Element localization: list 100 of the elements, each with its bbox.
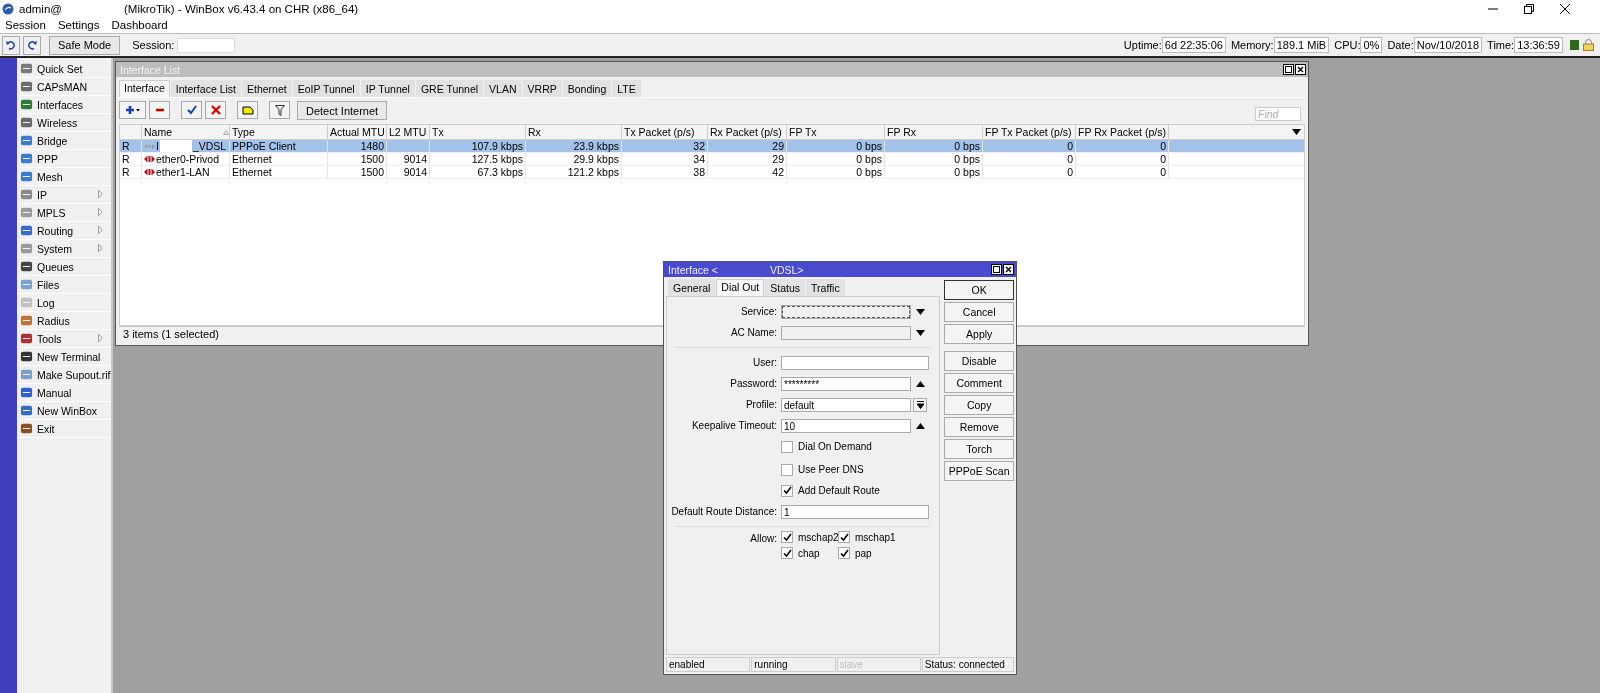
tab[interactable]: EoIP Tunnel	[292, 80, 360, 97]
comment-button[interactable]	[237, 101, 258, 119]
table-row[interactable]: R I _VDSL PPPoE Client 1480 107.9 kbps 23.9 kbps 32 29 0 bps 0 bps 0 0	[120, 140, 1304, 153]
column-header[interactable]: Rx	[526, 125, 622, 139]
tab[interactable]: VLAN	[484, 80, 522, 97]
add-button[interactable]	[119, 101, 146, 119]
tab[interactable]: Ethernet	[242, 80, 292, 97]
checkbox[interactable]	[781, 547, 793, 559]
column-header[interactable]: Actual MTU	[328, 125, 387, 139]
sidebar-item[interactable]: Files	[17, 276, 111, 294]
input-field[interactable]	[781, 304, 911, 319]
input-field[interactable]	[781, 325, 911, 340]
maximize-icon[interactable]	[991, 264, 1002, 275]
column-header[interactable]: Tx Packet (p/s)	[622, 125, 708, 139]
column-header[interactable]: Tx	[430, 125, 526, 139]
table-cell: 0	[983, 153, 1076, 165]
column-header[interactable]: Name	[142, 125, 230, 139]
table-row[interactable]: R ether1-LAN Ethernet 1500 9014 67.3 kbps 121.2 kbps 38 42 0 bps 0 bps 0 0	[120, 166, 1304, 179]
close-icon[interactable]	[1003, 264, 1014, 275]
checkbox[interactable]	[781, 440, 793, 453]
detect-internet-button[interactable]: Detect Internet	[297, 101, 388, 120]
sidebar-item[interactable]: Mesh	[17, 168, 111, 186]
sidebar-item[interactable]: Wireless	[17, 114, 111, 132]
remove-button[interactable]	[149, 101, 170, 119]
tab[interactable]: Dial Out	[716, 279, 765, 296]
dialog-button[interactable]: Torch	[944, 439, 1014, 459]
sidebar-item[interactable]: Make Supout.rif	[17, 366, 111, 384]
tab[interactable]: VRRP	[522, 80, 562, 97]
checkbox[interactable]	[781, 531, 793, 543]
sidebar-item[interactable]: Routing	[17, 222, 111, 240]
dialog-button[interactable]: Disable	[944, 351, 1014, 371]
column-header[interactable]: FP Tx	[787, 125, 885, 139]
sidebar-item[interactable]: Exit	[17, 420, 111, 438]
sidebar-item[interactable]: MPLS	[17, 204, 111, 222]
column-header[interactable]: Type	[230, 125, 328, 139]
column-header[interactable]: L2 MTU	[387, 125, 430, 139]
enable-button[interactable]	[181, 101, 202, 119]
sidebar-item[interactable]: New Terminal	[17, 348, 111, 366]
dialog-button[interactable]: Comment	[944, 373, 1014, 393]
column-header[interactable]: FP Tx Packet (p/s)	[983, 125, 1076, 139]
sidebar-item[interactable]: Quick Set	[17, 60, 111, 78]
dialog-button[interactable]: Remove	[944, 417, 1014, 437]
dialog-button[interactable]: Apply	[944, 324, 1014, 344]
dialog-button[interactable]: Cancel	[944, 302, 1014, 322]
input-field[interactable]: 1	[781, 504, 929, 519]
sidebar-item[interactable]: New WinBox	[17, 402, 111, 420]
checkbox[interactable]	[781, 463, 793, 476]
checkbox[interactable]	[781, 484, 793, 497]
sidebar-item[interactable]: Queues	[17, 258, 111, 276]
tab[interactable]: IP Tunnel	[360, 80, 415, 97]
tab[interactable]: Traffic	[806, 279, 845, 296]
find-field[interactable]: Find	[1255, 107, 1301, 121]
tab[interactable]: General	[668, 279, 716, 296]
dropdown-icon[interactable]	[916, 329, 925, 336]
sidebar-item[interactable]: Radius	[17, 312, 111, 330]
column-header[interactable]: FP Rx	[885, 125, 983, 139]
restore-icon[interactable]	[1524, 3, 1534, 14]
tab[interactable]: Bonding	[562, 80, 612, 97]
tab[interactable]: Interface	[119, 80, 170, 97]
table-row[interactable]: R ether0-Privod Ethernet 1500 9014 127.5 kbps 29.9 kbps 34 29 0 bps 0 bps 0 0	[120, 153, 1304, 166]
menu-item[interactable]: Dashboard	[111, 19, 168, 31]
safe-mode-button[interactable]: Safe Mode	[49, 35, 121, 55]
tab[interactable]: Status	[765, 279, 806, 296]
tab[interactable]: GRE Tunnel	[415, 80, 484, 97]
column-header[interactable]: FP Rx Packet (p/s)	[1076, 125, 1169, 139]
undo-button[interactable]	[2, 35, 20, 55]
checkbox[interactable]	[838, 531, 850, 543]
column-header[interactable]: Rx Packet (p/s)	[708, 125, 787, 139]
sidebar-item[interactable]: Manual	[17, 384, 111, 402]
sidebar-item[interactable]: Log	[17, 294, 111, 312]
sidebar-item[interactable]: Bridge	[17, 132, 111, 150]
session-field[interactable]	[177, 37, 236, 53]
sidebar-item[interactable]: Tools	[17, 330, 111, 348]
menu-item[interactable]: Settings	[57, 19, 100, 31]
collapse-arrow-icon[interactable]	[916, 422, 925, 429]
sidebar-item[interactable]: Interfaces	[17, 96, 111, 114]
tab[interactable]: LTE	[612, 80, 641, 97]
input-field[interactable]	[781, 355, 929, 370]
input-field[interactable]: default	[781, 397, 911, 412]
tab[interactable]: Interface List	[170, 80, 241, 97]
dropdown-button[interactable]	[913, 397, 927, 412]
sidebar-item[interactable]: CAPsMAN	[17, 78, 111, 96]
checkbox-label: mschap1	[855, 531, 896, 543]
checkbox[interactable]	[838, 547, 850, 559]
sidebar-item[interactable]: PPP	[17, 150, 111, 168]
sidebar-item[interactable]: IP	[17, 186, 111, 204]
sidebar-item[interactable]: System	[17, 240, 111, 258]
collapse-arrow-icon[interactable]	[916, 380, 925, 387]
dropdown-icon[interactable]	[916, 308, 925, 315]
input-field[interactable]: 10	[781, 418, 911, 433]
filter-button[interactable]	[269, 101, 290, 119]
input-field[interactable]: *********	[781, 376, 911, 391]
redo-button[interactable]	[23, 35, 41, 55]
dialog-button[interactable]: Copy	[944, 395, 1014, 415]
close-icon[interactable]	[1560, 3, 1570, 14]
dialog-button[interactable]: OK	[944, 280, 1014, 300]
dialog-button[interactable]: PPPoE Scan	[944, 461, 1014, 481]
disable-button[interactable]	[205, 101, 226, 119]
menu-item[interactable]: Session	[5, 19, 46, 31]
dropdown-icon[interactable]	[1292, 129, 1301, 135]
